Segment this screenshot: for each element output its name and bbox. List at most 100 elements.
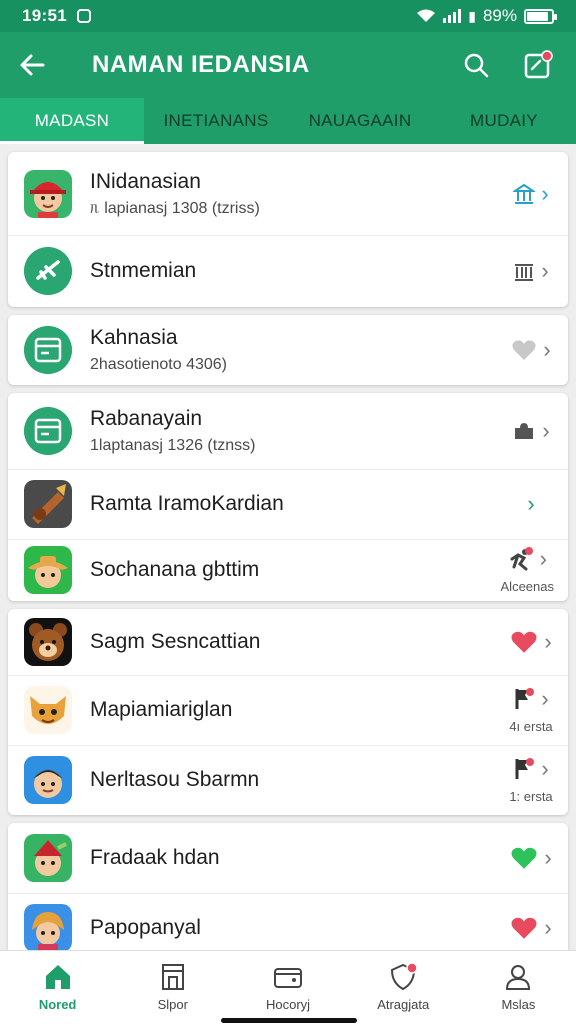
chevron-right-icon: › — [544, 915, 552, 940]
list-item[interactable]: Ramta IramoKardian › — [8, 469, 568, 539]
item-title: Nerltasou Sbarmn — [90, 768, 260, 791]
avatar — [24, 686, 72, 734]
avatar — [24, 618, 72, 666]
list-item[interactable]: Sagm Sesncattian › — [8, 609, 568, 675]
item-title: Sochanana gbttim — [90, 558, 260, 581]
list-item[interactable]: INidanasian ᥰ lapianasj 1308 (tzriss) › — [8, 152, 568, 235]
shield-icon — [391, 962, 418, 991]
list-content: INidanasian ᥰ lapianasj 1308 (tzriss) › … — [0, 144, 576, 950]
nav-home[interactable]: Nored — [0, 951, 115, 1024]
heart-red-icon[interactable] — [510, 629, 538, 655]
columns-icon — [515, 264, 534, 281]
chevron-right-icon: › — [541, 180, 549, 206]
app-bar: NAMAN IEDANSIA — [0, 32, 576, 98]
tab-madasn[interactable]: MADASN — [0, 98, 144, 144]
nav-label: Slpor — [157, 997, 188, 1012]
nav-wallet[interactable]: Hocoryj — [230, 951, 345, 1024]
flag-icon — [515, 757, 535, 779]
chevron-right-icon: › — [541, 258, 549, 283]
list-item[interactable]: Fradaak hdan › — [8, 823, 568, 893]
signal-icon — [443, 9, 462, 23]
item-subtitle: ᥰ lapianasj 1308 (tzriss) — [90, 199, 260, 217]
item-caption: Alceenas — [500, 578, 554, 594]
item-title: INidanasian — [90, 169, 201, 193]
list-item[interactable]: Mapiamiariglan › 4ı ersta — [8, 675, 568, 745]
chevron-right-icon: › — [541, 685, 549, 711]
avatar — [24, 834, 72, 882]
search-icon — [464, 53, 489, 78]
nav-label: Mslas — [501, 997, 536, 1012]
chevron-right-icon: › — [544, 845, 552, 870]
item-caption: 4ı ersta — [509, 718, 553, 734]
edit-button[interactable] — [516, 43, 560, 87]
item-title: Kahnasia — [90, 326, 178, 349]
person-icon — [506, 965, 531, 990]
heart-green-icon[interactable] — [510, 845, 538, 871]
nav-label: Atragjata — [377, 997, 430, 1012]
home-indicator — [221, 1018, 357, 1023]
list-card: Fradaak hdan › Papopanyal › — [8, 823, 568, 950]
item-title: Papopanyal — [90, 916, 201, 939]
list-item[interactable]: Papopanyal › — [8, 893, 568, 950]
list-card: Rabanayain 1laptanasj 1326 (tznss) › Ram… — [8, 393, 568, 601]
bank-icon — [513, 183, 536, 204]
wifi-icon — [417, 9, 436, 22]
wallet-icon — [274, 968, 302, 988]
sim-icon: ▮ — [468, 7, 476, 24]
chevron-right-icon: › — [541, 755, 549, 781]
search-button[interactable] — [454, 43, 498, 87]
chevron-right-icon: › — [539, 545, 547, 571]
item-caption: 1: ersta — [509, 788, 553, 804]
list-item[interactable]: Sochanana gbttim › Alceenas — [8, 539, 568, 601]
avatar — [24, 407, 72, 455]
notification-icon — [76, 9, 91, 23]
nav-label: Nored — [38, 997, 77, 1012]
chevron-right-icon: › — [544, 629, 552, 654]
list-item[interactable]: Rabanayain 1laptanasj 1326 (tznss) › — [8, 393, 568, 469]
avatar — [24, 480, 72, 528]
item-title: Sagm Sesncattian — [90, 630, 261, 653]
flag-icon — [515, 687, 535, 709]
list-item[interactable]: Nerltasou Sbarmn › 1: ersta — [8, 745, 568, 815]
tab-inetianans[interactable]: INETIANANS — [144, 98, 288, 144]
avatar — [24, 756, 72, 804]
avatar — [24, 247, 72, 295]
item-title: Stnmemian — [90, 259, 197, 282]
runner-icon — [510, 546, 533, 570]
back-button[interactable] — [0, 32, 64, 98]
nav-profile[interactable]: Mslas — [461, 951, 576, 1024]
tab-nauagaain[interactable]: NAUAGAAIN — [288, 98, 432, 144]
item-title: Fradaak hdan — [90, 846, 220, 869]
chevron-right-icon: › — [543, 337, 551, 362]
chevron-right-icon: › — [527, 491, 535, 516]
nav-label: Hocoryj — [265, 997, 311, 1012]
nav-store[interactable]: Slpor — [115, 951, 230, 1024]
avatar — [24, 326, 72, 374]
item-subtitle: 2hasotienoto 4306) — [90, 356, 227, 373]
avatar — [24, 904, 72, 950]
arrow-left-icon — [20, 54, 45, 76]
status-time: 19:51 — [22, 6, 67, 25]
tab-bar: MADASN INETIANANS NAUAGAAIN MUDAIY — [0, 98, 576, 144]
heart-gray-icon[interactable] — [511, 338, 537, 362]
puzzle-icon — [515, 423, 534, 439]
home-icon — [45, 965, 70, 989]
list-item[interactable]: Stnmemian › — [8, 235, 568, 307]
bottom-navigation: Nored Slpor Hocoryj Atragjata Mslas — [0, 950, 576, 1024]
tab-mudaiy[interactable]: MUDAIY — [432, 98, 576, 144]
edit-icon — [524, 50, 553, 79]
list-card: INidanasian ᥰ lapianasj 1308 (tzriss) › … — [8, 152, 568, 307]
list-item[interactable]: Kahnasia 2hasotienoto 4306) › — [8, 315, 568, 385]
battery-icon — [524, 8, 557, 24]
page-title: NAMAN IEDANSIA — [92, 51, 310, 78]
chevron-right-icon: › — [542, 418, 550, 443]
list-card: Kahnasia 2hasotienoto 4306) › — [8, 315, 568, 385]
item-title: Ramta IramoKardian — [90, 492, 284, 515]
battery-percent: 89% — [482, 6, 517, 25]
item-subtitle: 1laptanasj 1326 (tznss) — [90, 437, 256, 454]
nav-shield[interactable]: Atragjata — [346, 951, 461, 1024]
item-title: Mapiamiariglan — [90, 698, 233, 721]
heart-red-icon[interactable] — [510, 915, 538, 941]
store-icon — [161, 964, 184, 990]
status-bar: 19:51 ▮ 89% — [0, 0, 576, 32]
